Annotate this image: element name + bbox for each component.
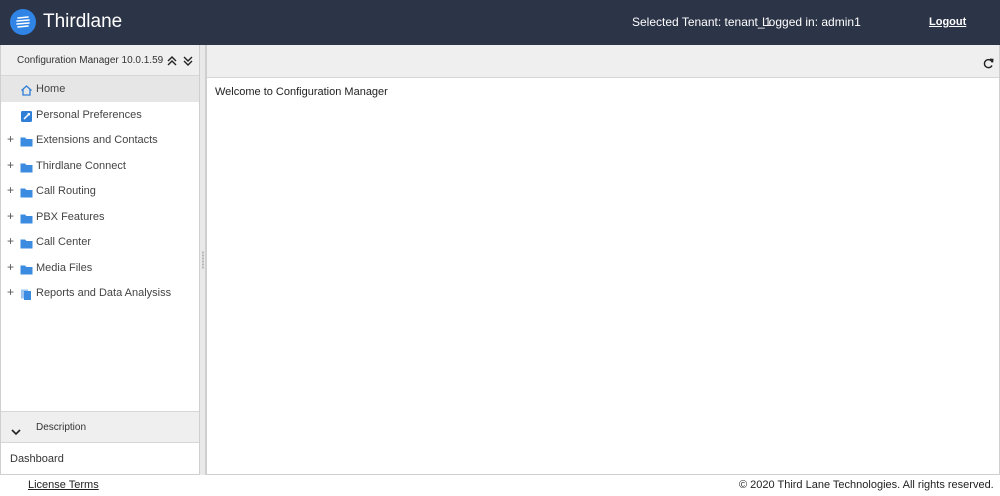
- expand-icon[interactable]: +: [7, 260, 15, 274]
- double-chevron-down-icon[interactable]: [183, 54, 193, 66]
- expand-icon[interactable]: +: [7, 234, 15, 248]
- refresh-icon[interactable]: [983, 56, 994, 69]
- tree-item-label: Call Center: [36, 236, 92, 248]
- tree-item-personal-preferences[interactable]: Personal Preferences: [1, 102, 199, 128]
- logged-in-user: Logged in: admin1: [762, 15, 861, 29]
- wrench-icon: [20, 109, 33, 122]
- expand-icon[interactable]: +: [7, 183, 15, 197]
- thirdlane-logo-icon: [10, 9, 36, 35]
- navigation-sidebar: Configuration Manager 10.0.1.59 Home Per…: [0, 45, 200, 475]
- tree-item-media-files[interactable]: + Media Files: [1, 255, 199, 281]
- tree-item-label: Reports and Data Analysiss: [36, 287, 172, 299]
- copyright-notice: © 2020 Third Lane Technologies. All righ…: [739, 479, 994, 491]
- expand-icon[interactable]: +: [7, 209, 15, 223]
- sidebar-title: Configuration Manager 10.0.1.59: [17, 55, 164, 66]
- folder-icon: [20, 211, 33, 223]
- sidebar-header: Configuration Manager 10.0.1.59: [1, 45, 199, 76]
- expand-icon[interactable]: +: [7, 158, 15, 172]
- main-toolbar: [207, 45, 999, 78]
- folder-icon: [20, 262, 33, 274]
- description-panel-header[interactable]: Description: [1, 411, 199, 443]
- chevron-down-icon[interactable]: [11, 423, 21, 436]
- folder-icon: [20, 185, 33, 198]
- welcome-message: Welcome to Configuration Manager: [215, 86, 388, 98]
- tree-item-label: Home: [36, 83, 66, 95]
- description-title: Description: [36, 422, 87, 433]
- tree-item-pbx-features[interactable]: + PBX Features: [1, 204, 199, 230]
- license-terms-link[interactable]: License Terms: [28, 479, 99, 491]
- tree-item-label: Extensions and Contacts: [36, 134, 158, 146]
- expand-icon[interactable]: +: [7, 285, 15, 299]
- tree-item-label: Media Files: [36, 261, 93, 274]
- tree-item-call-center[interactable]: + Call Center: [1, 229, 199, 255]
- folder-icon: [20, 134, 33, 147]
- double-chevron-up-icon[interactable]: [167, 54, 177, 66]
- expand-icon[interactable]: +: [7, 132, 15, 146]
- report-icon: [20, 287, 33, 300]
- brand-name: Thirdlane: [43, 11, 123, 32]
- tree-item-reports-and-data-analysis[interactable]: + Reports and Data Analysiss: [1, 280, 199, 306]
- tree-item-label: PBX Features: [36, 210, 105, 223]
- tree-item-label: Personal Preferences: [36, 108, 142, 121]
- tree-item-label: Call Routing: [36, 185, 96, 197]
- logout-link[interactable]: Logout: [929, 16, 966, 28]
- top-bar: Thirdlane Selected Tenant: tenant_1 Logg…: [0, 0, 1000, 45]
- drag-handle-icon[interactable]: [202, 251, 204, 269]
- tree-item-extensions-and-contacts[interactable]: + Extensions and Contacts: [1, 127, 199, 153]
- home-icon: [20, 83, 33, 96]
- folder-icon: [20, 236, 33, 249]
- folder-icon: [20, 160, 33, 172]
- navigation-tree: Home Personal Preferences + Extensions a…: [1, 76, 199, 306]
- main-content-panel: Welcome to Configuration Manager: [206, 45, 1000, 475]
- tree-item-call-routing[interactable]: + Call Routing: [1, 178, 199, 204]
- selected-tenant: Selected Tenant: tenant_1: [632, 15, 772, 29]
- description-body: Dashboard: [10, 453, 64, 465]
- tree-item-thirdlane-connect[interactable]: + Thirdlane Connect: [1, 153, 199, 179]
- tree-item-label: Thirdlane Connect: [36, 159, 126, 172]
- tree-item-home[interactable]: Home: [1, 76, 199, 102]
